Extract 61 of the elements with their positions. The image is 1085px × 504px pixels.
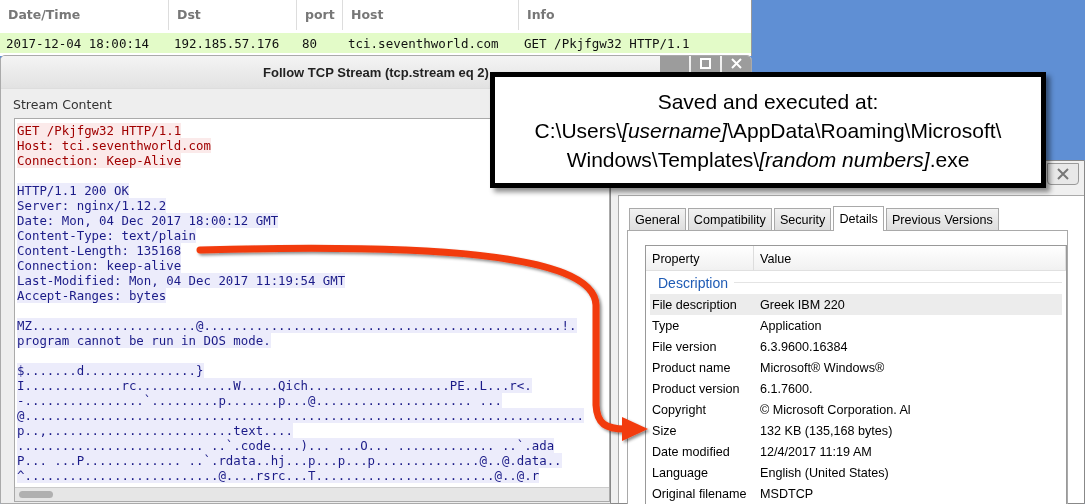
property-row[interactable]: File description Greek IBM 220	[650, 294, 1062, 315]
property-name: Original filename	[651, 486, 748, 501]
property-name: File version	[651, 339, 718, 354]
section-label: Stream Content	[13, 97, 112, 112]
maximize-icon	[700, 58, 711, 69]
property-value: © Microsoft Corporation. Al	[759, 402, 912, 417]
column-header[interactable]: Property	[646, 246, 754, 271]
table-cell-text: 80	[301, 35, 319, 51]
property-row[interactable]: Product name Microsoft® Windows®	[650, 357, 1062, 378]
property-value: Application	[759, 318, 823, 333]
property-value: 6.1.7600.	[759, 381, 814, 396]
property-value: 132 KB (135,168 bytes)	[759, 423, 894, 438]
property-name: Product name	[651, 360, 732, 375]
property-value: 6.3.9600.16384	[759, 339, 849, 354]
property-name: Type	[651, 318, 681, 333]
packet-row[interactable]: 2017-12-04 18:00:14 192.185.57.176 80 tci.seventhworld.com GET /Pkjfgw32 HTTP/1.1	[0, 33, 751, 53]
table-cell-text: 192.185.57.176	[173, 35, 281, 51]
table-cell-text: tci.seventhworld.com	[347, 35, 500, 51]
property-value: English (United States)	[759, 465, 890, 480]
property-value: 12/4/2017 11:19 AM	[759, 444, 873, 459]
property-value: Microsoft® Windows®	[759, 360, 886, 375]
column-header[interactable]: port	[296, 0, 342, 30]
property-row[interactable]: Product version 6.1.7600.	[650, 378, 1062, 399]
property-name: Size	[651, 423, 678, 438]
property-row[interactable]: Size 132 KB (135,168 bytes)	[650, 420, 1062, 441]
tab[interactable]: Compatibility	[687, 208, 772, 230]
property-row[interactable]: Copyright © Microsoft Corporation. Al	[650, 399, 1062, 420]
property-name: File description	[651, 297, 738, 312]
tab[interactable]: General	[629, 208, 686, 230]
property-name: Date modified	[651, 444, 731, 459]
close-button[interactable]	[722, 56, 751, 72]
tab[interactable]: Details	[833, 206, 884, 231]
close-button[interactable]	[1047, 163, 1079, 185]
maximize-button[interactable]	[691, 56, 720, 72]
group-header: Description	[658, 274, 729, 291]
column-header[interactable]: Dst	[168, 0, 296, 30]
table-cell-text: 2017-12-04 18:00:14	[5, 35, 150, 51]
callout-text: C:\Users\[username]\AppData\Roaming\Microsoft\	[534, 117, 1002, 144]
property-row[interactable]: Original filename MSDTCP	[650, 483, 1062, 504]
table-cell-text: GET /Pkjfgw32 HTTP/1.1	[523, 35, 691, 51]
callout-text: Windows\Templates\[random numbers].exe	[566, 146, 970, 173]
horizontal-scrollbar[interactable]	[15, 487, 609, 501]
column-header[interactable]: Host	[342, 0, 518, 30]
property-name: Product version	[651, 381, 741, 396]
property-row[interactable]: Type Application	[650, 315, 1062, 336]
property-name: Copyright	[651, 402, 707, 417]
property-value: Greek IBM 220	[759, 297, 846, 312]
property-row[interactable]: Language English (United States)	[650, 462, 1062, 483]
callout-text: Saved and executed at:	[657, 88, 879, 115]
close-icon	[731, 58, 742, 69]
column-header[interactable]: Date/Time	[0, 0, 168, 30]
column-header[interactable]: Info	[518, 0, 751, 30]
column-header[interactable]: Value	[754, 246, 1066, 271]
tab[interactable]: Previous Versions	[885, 208, 999, 230]
property-value: MSDTCP	[759, 486, 815, 501]
property-name: Language	[651, 465, 710, 480]
property-row[interactable]: File version 6.3.9600.16384	[650, 336, 1062, 357]
close-icon	[1056, 168, 1070, 180]
window-title: Follow TCP Stream (tcp.stream eq 2)	[262, 64, 490, 80]
tab[interactable]: Security	[773, 208, 832, 230]
property-row[interactable]: Date modified 12/4/2017 11:19 AM	[650, 441, 1062, 462]
